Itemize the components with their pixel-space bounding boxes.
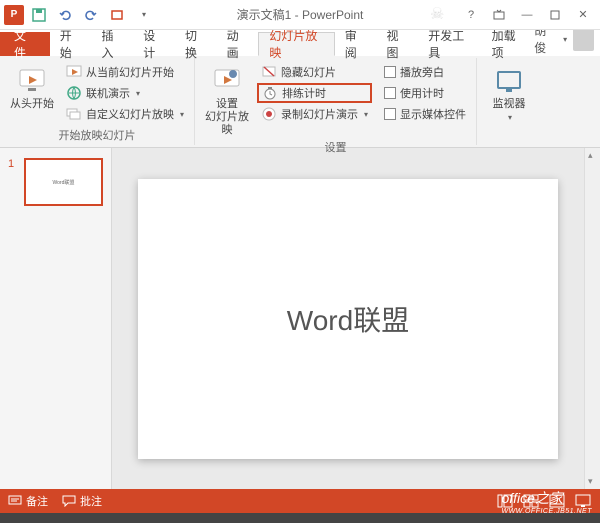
record-slideshow-button[interactable]: 录制幻灯片演示▾ — [257, 104, 372, 124]
tab-view[interactable]: 视图 — [376, 32, 418, 56]
watermark: office之家 WWW.OFFICE.JB51.NET — [501, 488, 592, 515]
setup-label: 设置 幻灯片放映 — [201, 98, 253, 137]
group-start-slideshow: 从头开始 从当前幻灯片开始 联机演示▾ 自定义幻灯片放映▾ 开始放映幻灯片 — [0, 58, 195, 145]
setup-icon — [211, 64, 243, 96]
undo-icon[interactable] — [56, 6, 74, 24]
monitor-icon — [493, 64, 525, 96]
play-narrations-checkbox[interactable]: 播放旁白 — [380, 62, 470, 82]
redo-icon[interactable] — [82, 6, 100, 24]
slide-thumbnails-panel: 1 Word联盟 — [0, 148, 112, 489]
status-bar: 备注 批注 office之家 WWW.OFFICE.JB51.NET — [0, 489, 600, 513]
minimize-icon[interactable]: — — [514, 5, 540, 25]
group-monitors: 监视器▾ — [477, 58, 541, 145]
group-label: 开始放映幻灯片 — [59, 125, 136, 143]
thumbnail-item[interactable]: 1 Word联盟 — [8, 158, 103, 206]
tab-developer[interactable]: 开发工具 — [418, 32, 481, 56]
tab-design[interactable]: 设计 — [133, 32, 175, 56]
new-slide-icon[interactable] — [108, 6, 126, 24]
use-timings-checkbox[interactable]: 使用计时 — [380, 83, 470, 103]
vertical-scrollbar[interactable] — [584, 148, 600, 489]
tab-addins[interactable]: 加载项 — [482, 32, 535, 56]
setup-slideshow-button[interactable]: 设置 幻灯片放映 — [201, 60, 253, 137]
tab-review[interactable]: 审阅 — [335, 32, 377, 56]
content-area: 1 Word联盟 Word联盟 — [0, 148, 600, 489]
rehearse-timings-button[interactable]: 排练计时 — [257, 83, 372, 103]
play-icon — [16, 64, 48, 96]
tab-file[interactable]: 文件 — [0, 32, 50, 56]
show-media-controls-checkbox[interactable]: 显示媒体控件 — [380, 104, 470, 124]
tab-insert[interactable]: 插入 — [91, 32, 133, 56]
avatar — [573, 27, 594, 51]
from-beginning-button[interactable]: 从头开始 — [6, 60, 58, 125]
help-icon[interactable]: ? — [458, 5, 484, 25]
notes-button[interactable]: 备注 — [8, 493, 48, 509]
thumbnail-preview: Word联盟 — [24, 158, 103, 206]
monitor-button[interactable]: 监视器▾ — [483, 60, 535, 141]
quick-access-toolbar: ▾ — [30, 6, 152, 24]
slide-canvas[interactable]: Word联盟 — [138, 179, 558, 459]
checkbox-icon — [384, 87, 396, 99]
monitor-label: 监视器▾ — [493, 98, 526, 124]
from-beginning-label: 从头开始 — [10, 98, 54, 111]
thumbnail-number: 1 — [8, 158, 18, 206]
group-setup: 设置 幻灯片放映 隐藏幻灯片 排练计时 录制幻灯片演示▾ 播放旁白 使用计时 显… — [195, 58, 477, 145]
comments-button[interactable]: 批注 — [62, 493, 102, 509]
ribbon: 从头开始 从当前幻灯片开始 联机演示▾ 自定义幻灯片放映▾ 开始放映幻灯片 设置… — [0, 56, 600, 148]
ribbon-tabs: 文件 开始 插入 设计 切换 动画 幻灯片放映 审阅 视图 开发工具 加载项 胡… — [0, 30, 600, 56]
ribbon-options-icon[interactable] — [486, 5, 512, 25]
tab-slideshow[interactable]: 幻灯片放映 — [258, 32, 334, 56]
save-icon[interactable] — [30, 6, 48, 24]
checkbox-icon — [384, 108, 396, 120]
hide-slide-button[interactable]: 隐藏幻灯片 — [257, 62, 372, 82]
qat-dropdown-icon[interactable]: ▾ — [134, 6, 152, 24]
custom-slideshow-button[interactable]: 自定义幻灯片放映▾ — [62, 104, 188, 124]
tab-animations[interactable]: 动画 — [217, 32, 259, 56]
checkbox-icon — [384, 66, 396, 78]
tab-transitions[interactable]: 切换 — [175, 32, 217, 56]
slide-editor[interactable]: Word联盟 — [112, 148, 584, 489]
tab-home[interactable]: 开始 — [50, 32, 92, 56]
close-icon[interactable]: ✕ — [570, 5, 596, 25]
window-title: 演示文稿1 - PowerPoint — [237, 6, 364, 23]
title-bar: P ▾ 演示文稿1 - PowerPoint ? — ✕ — [0, 0, 600, 30]
app-icon: P — [4, 5, 24, 25]
bottom-border — [0, 513, 600, 523]
maximize-icon[interactable] — [542, 5, 568, 25]
present-online-button[interactable]: 联机演示▾ — [62, 83, 188, 103]
from-current-button[interactable]: 从当前幻灯片开始 — [62, 62, 188, 82]
decoration-icon — [430, 4, 450, 24]
slide-text[interactable]: Word联盟 — [287, 299, 409, 339]
